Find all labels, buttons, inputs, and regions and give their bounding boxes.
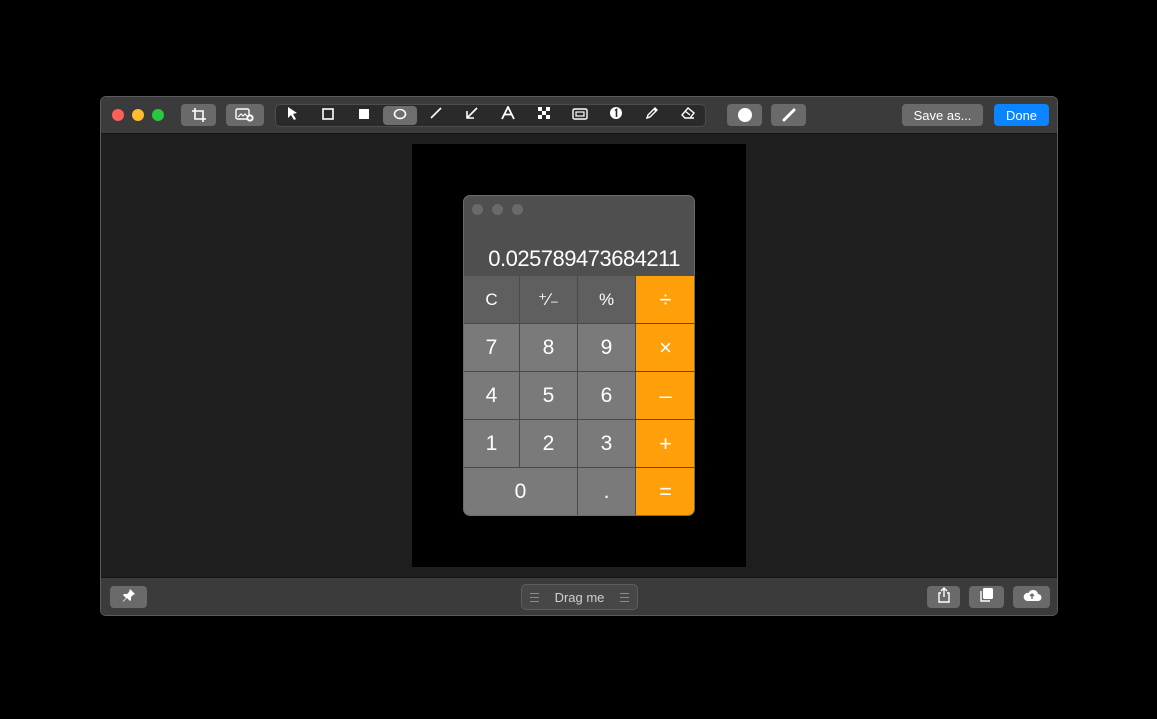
screenshot-canvas[interactable]: 0.025789473684211 C ⁺∕₋ % ÷ 7 8 9 × 4 5 … — [412, 144, 746, 567]
highlight-tool[interactable] — [563, 106, 597, 125]
grip-right-icon — [620, 593, 629, 602]
image-add-icon — [235, 108, 255, 122]
done-button[interactable]: Done — [994, 104, 1049, 126]
counter-tool[interactable] — [599, 106, 633, 125]
key-2: 2 — [520, 420, 578, 468]
calculator-display: 0.025789473684211 — [488, 246, 680, 271]
drag-handle[interactable]: Drag me — [521, 584, 638, 610]
calc-minimize-dot — [492, 204, 503, 215]
square-outline-icon — [322, 107, 334, 125]
key-add: + — [636, 420, 694, 468]
line-tool[interactable] — [419, 106, 453, 125]
window-zoom-button[interactable] — [152, 109, 164, 121]
key-plus-minus: ⁺∕₋ — [520, 276, 578, 324]
key-5: 5 — [520, 372, 578, 420]
key-4: 4 — [464, 372, 520, 420]
circle-outline-icon — [393, 107, 407, 125]
share-button[interactable] — [927, 586, 960, 608]
arrow-tool[interactable] — [455, 106, 489, 125]
key-subtract: – — [636, 372, 694, 420]
square-filled-icon — [358, 107, 370, 125]
pixelate-tool[interactable] — [527, 106, 561, 125]
pencil-icon — [645, 106, 659, 125]
crop-icon — [191, 107, 207, 123]
key-divide: ÷ — [636, 276, 694, 324]
stroke-width-icon — [782, 108, 796, 122]
drag-label: Drag me — [554, 589, 605, 605]
key-0: 0 — [464, 468, 578, 515]
rectangle-filled-tool[interactable] — [347, 106, 381, 125]
window-minimize-button[interactable] — [132, 109, 144, 121]
eraser-tool[interactable] — [671, 106, 705, 125]
key-1: 1 — [464, 420, 520, 468]
eraser-icon — [680, 106, 696, 125]
color-circle-icon — [737, 107, 753, 123]
save-as-button[interactable]: Save as... — [902, 104, 983, 126]
pin-button[interactable] — [110, 586, 147, 608]
pin-icon — [122, 588, 136, 607]
key-clear: C — [464, 276, 520, 324]
stroke-width-button[interactable] — [771, 104, 806, 126]
copy-button[interactable] — [969, 586, 1004, 608]
annotation-window: Save as... Done 0.025789473684211 C ⁺∕₋ … — [100, 96, 1058, 616]
text-a-icon — [501, 104, 515, 125]
add-image-button[interactable] — [226, 104, 264, 126]
number-one-icon — [609, 106, 623, 125]
pixelate-icon — [537, 106, 551, 125]
key-3: 3 — [578, 420, 636, 468]
ellipse-tool[interactable] — [383, 106, 417, 125]
key-percent: % — [578, 276, 636, 324]
calc-zoom-dot — [512, 204, 523, 215]
share-icon — [937, 586, 951, 608]
key-8: 8 — [520, 324, 578, 372]
drawing-tools-group — [275, 104, 706, 127]
line-icon — [429, 106, 443, 125]
key-multiply: × — [636, 324, 694, 372]
rectangle-outline-tool[interactable] — [311, 106, 345, 125]
bottom-bar: Drag me — [101, 577, 1057, 615]
fill-color-button[interactable] — [727, 104, 762, 126]
cursor-icon — [287, 106, 299, 125]
key-9: 9 — [578, 324, 636, 372]
pencil-tool[interactable] — [635, 106, 669, 125]
calc-close-dot — [472, 204, 483, 215]
upload-cloud-button[interactable] — [1013, 586, 1050, 608]
calculator-keypad: C ⁺∕₋ % ÷ 7 8 9 × 4 5 6 – 1 2 3 + 0 . = — [464, 276, 694, 515]
cloud-upload-icon — [1022, 588, 1042, 607]
arrow-down-left-icon — [465, 106, 479, 125]
copy-icon — [979, 587, 995, 608]
text-tool[interactable] — [491, 104, 525, 125]
crop-button[interactable] — [181, 104, 216, 126]
grip-left-icon — [530, 593, 539, 602]
toolbar: Save as... Done — [101, 97, 1057, 134]
key-6: 6 — [578, 372, 636, 420]
arrow-pointer-tool[interactable] — [276, 106, 310, 125]
key-equals: = — [636, 468, 694, 515]
window-close-button[interactable] — [112, 109, 124, 121]
calculator-window: 0.025789473684211 C ⁺∕₋ % ÷ 7 8 9 × 4 5 … — [463, 195, 695, 516]
key-decimal: . — [578, 468, 636, 515]
key-7: 7 — [464, 324, 520, 372]
highlight-box-icon — [572, 107, 588, 125]
